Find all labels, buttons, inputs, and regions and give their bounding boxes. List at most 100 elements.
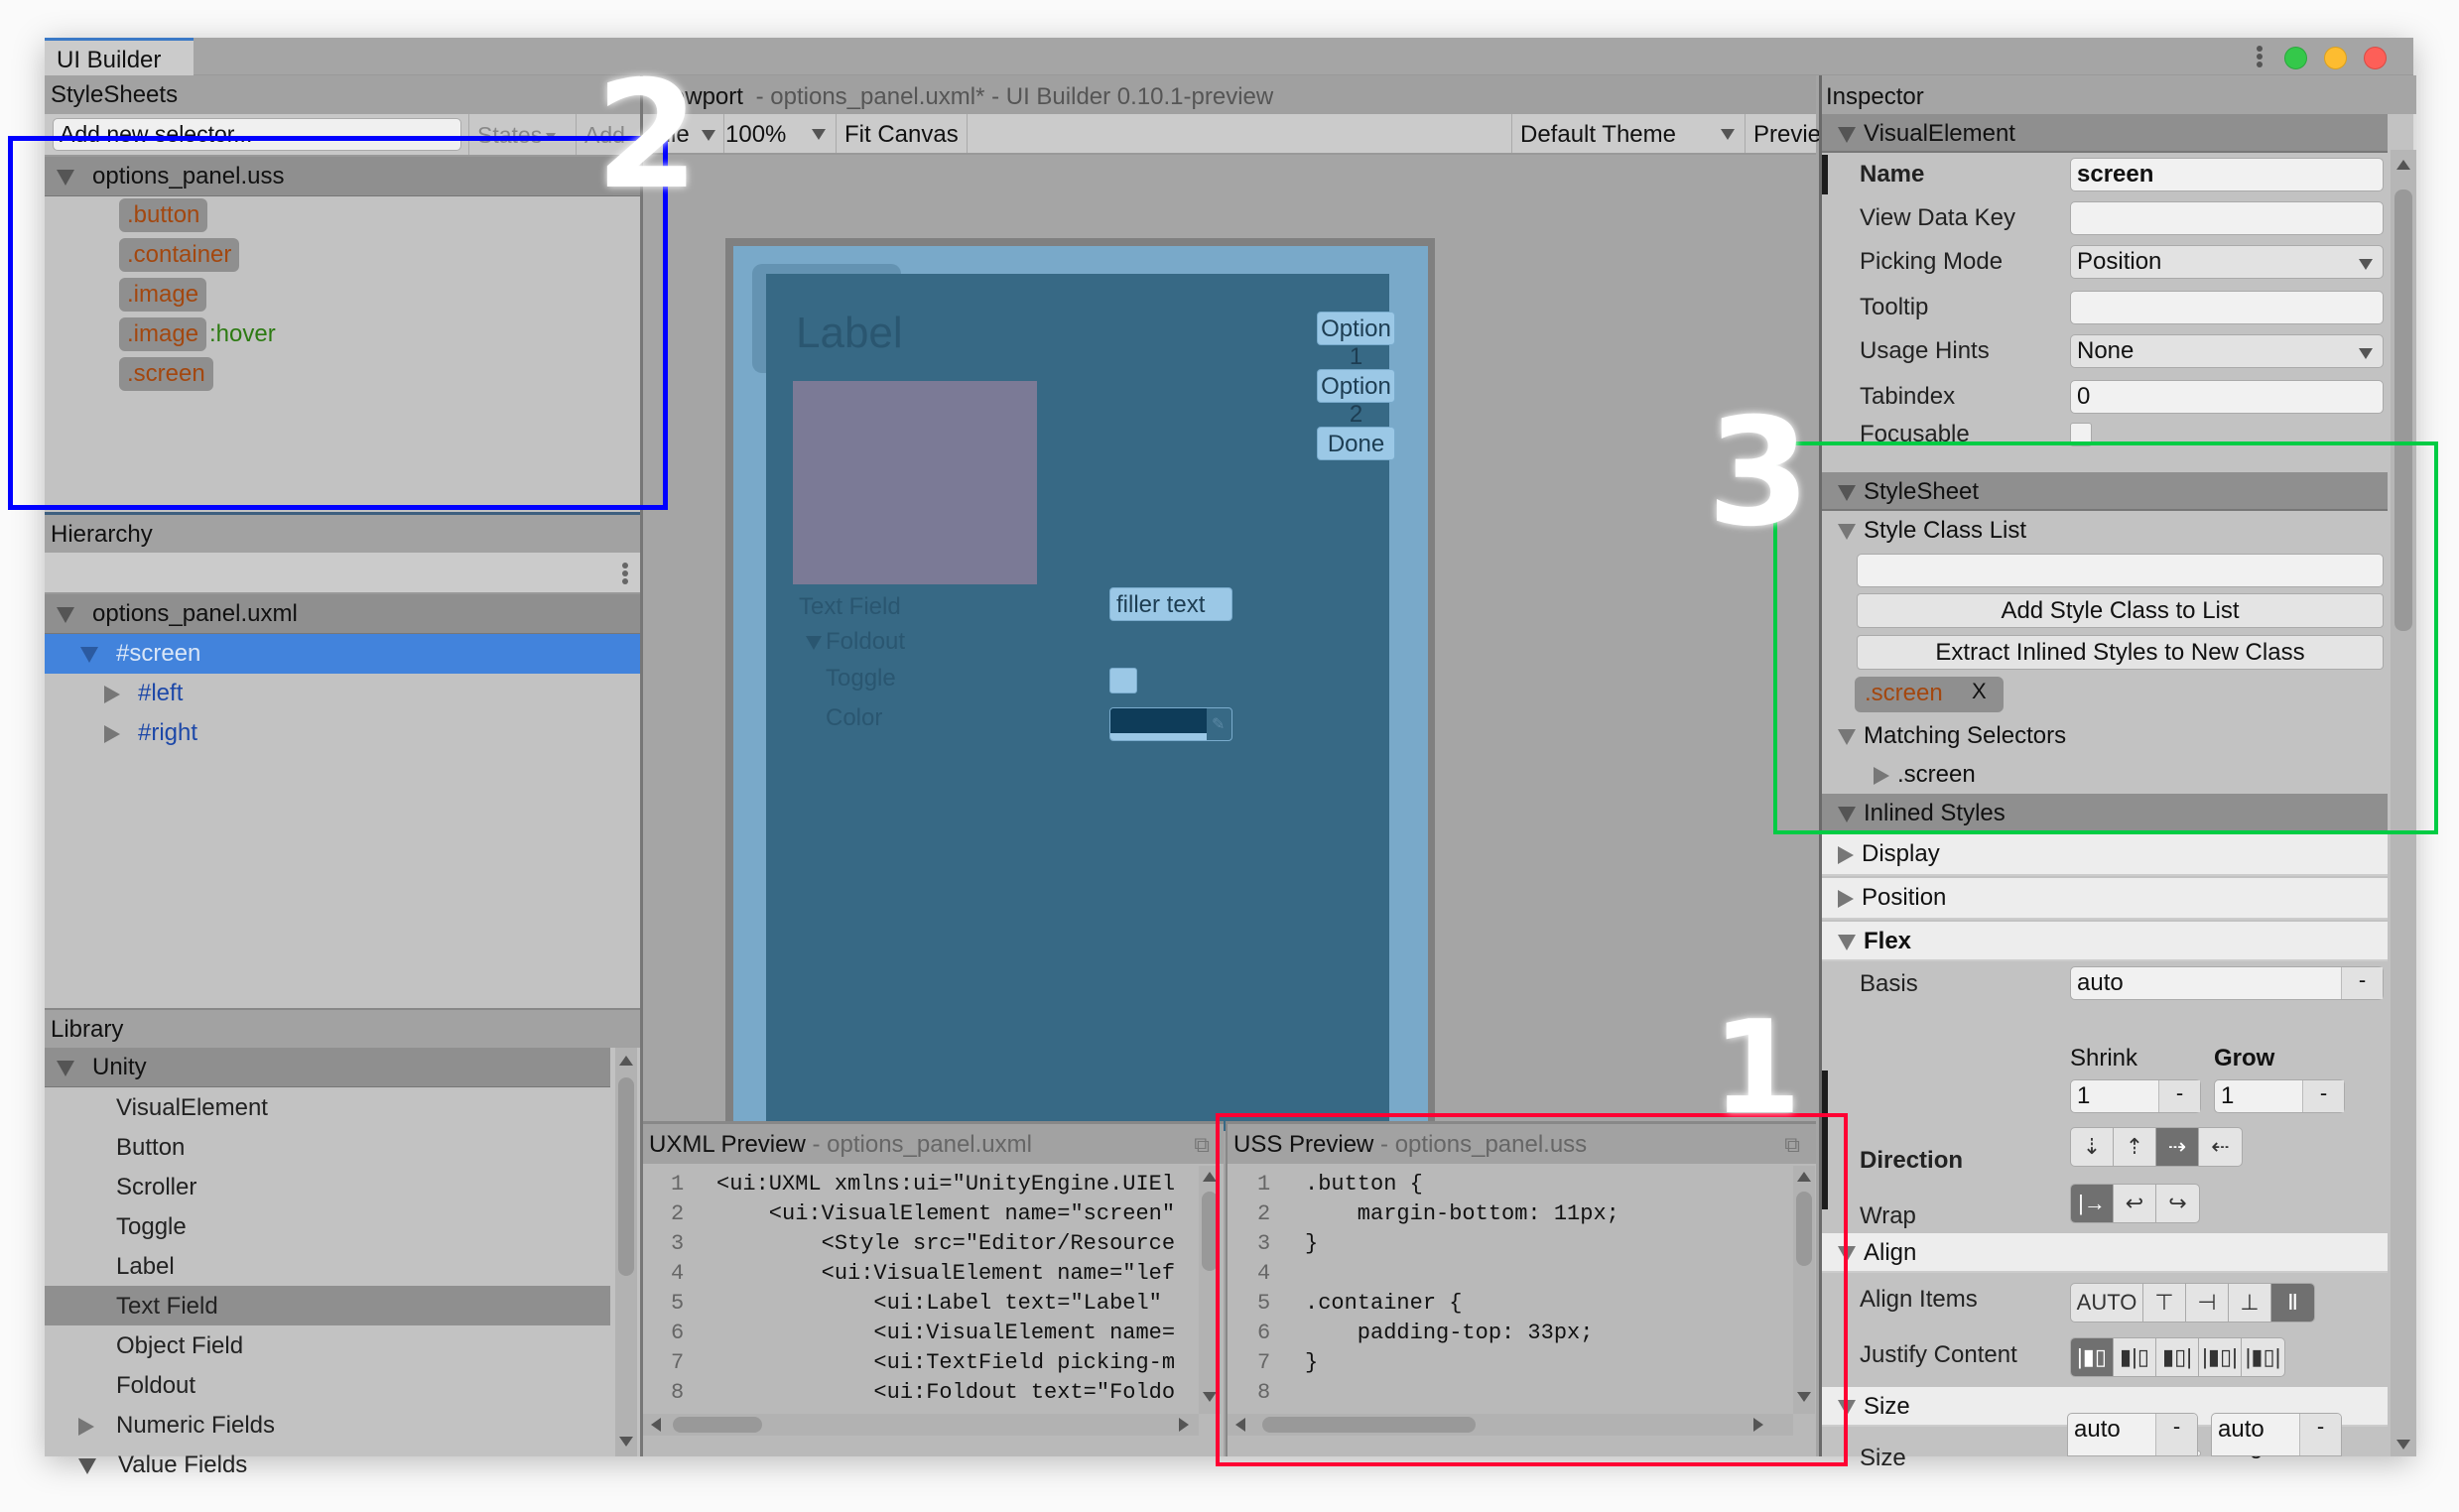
align-flex-end-icon[interactable]: ⊥ xyxy=(2229,1284,2271,1322)
wrap-wrap-icon[interactable]: ↩ xyxy=(2114,1185,2156,1222)
visual-element-section[interactable]: VisualElement xyxy=(1822,114,2388,153)
picking-mode-dropdown[interactable]: Position xyxy=(2070,245,2384,279)
shrink-unit-button[interactable]: - xyxy=(2158,1080,2200,1112)
tooltip-field[interactable] xyxy=(2070,291,2384,324)
annotation-box-3 xyxy=(1773,441,2438,834)
direction-row-reverse-icon[interactable]: ⇠ xyxy=(2199,1128,2242,1166)
justify-space-around-icon[interactable]: |▮▯| xyxy=(2242,1338,2284,1376)
scroll-thumb[interactable] xyxy=(673,1417,762,1433)
library-scrollbar[interactable] xyxy=(615,1048,637,1456)
canvas-text-field[interactable]: filler text xyxy=(1109,587,1232,621)
tabindex-field[interactable]: 0 xyxy=(2070,380,2384,414)
library-item[interactable]: Object Field xyxy=(45,1325,610,1365)
collapsed-triangle-icon xyxy=(78,1417,94,1436)
library-item[interactable]: VisualElement xyxy=(45,1087,610,1127)
align-foldout[interactable]: Align xyxy=(1822,1233,2388,1273)
library-subgroup-numeric[interactable]: Numeric Fields xyxy=(45,1405,610,1445)
code-line[interactable]: <ui:Foldout text="Foldo xyxy=(716,1380,1175,1405)
basis-field[interactable]: auto - xyxy=(2070,966,2384,1000)
canvas-color-field[interactable]: ✎ xyxy=(1109,707,1232,741)
collapsed-triangle-icon xyxy=(104,724,120,743)
code-line[interactable]: <ui:TextField picking-m xyxy=(716,1350,1175,1375)
uxml-hscrollbar[interactable] xyxy=(643,1414,1199,1436)
size-height-field[interactable]: auto - xyxy=(2211,1413,2342,1456)
minimize-button[interactable] xyxy=(2324,47,2347,69)
done-button[interactable]: Done xyxy=(1317,427,1395,460)
canvas-image[interactable] xyxy=(793,381,1037,584)
annotation-box-1 xyxy=(1216,1113,1848,1466)
code-line[interactable]: <ui:VisualElement name= xyxy=(716,1321,1175,1345)
code-line[interactable]: <Style src="Editor/Resource xyxy=(716,1231,1175,1256)
library-item[interactable]: Label xyxy=(45,1246,610,1286)
justify-space-between-icon[interactable]: |▮▯| xyxy=(2199,1338,2242,1376)
scroll-down-icon[interactable] xyxy=(619,1437,633,1447)
scroll-up-icon[interactable] xyxy=(619,1056,633,1066)
wrap-nowrap-icon[interactable]: |→ xyxy=(2071,1185,2114,1222)
align-auto-button[interactable]: AUTO xyxy=(2071,1284,2143,1322)
theme-label: Default Theme xyxy=(1520,121,1676,148)
grow-field[interactable]: 1- xyxy=(2214,1079,2345,1113)
scroll-thumb[interactable] xyxy=(618,1077,634,1276)
direction-row-icon[interactable]: ⇢ xyxy=(2156,1128,2199,1166)
more-menu-icon[interactable] xyxy=(2257,46,2265,67)
align-flex-start-icon[interactable]: ⊤ xyxy=(2143,1284,2186,1322)
screen-element[interactable]: Label Text Field filler text Foldout Tog… xyxy=(766,274,1395,1131)
library-item[interactable]: Toggle xyxy=(45,1206,610,1246)
code-line[interactable]: <ui:VisualElement name="lef xyxy=(716,1261,1175,1286)
library-subgroup-value[interactable]: Value Fields xyxy=(45,1445,610,1484)
maximize-button[interactable] xyxy=(2284,47,2307,69)
uxml-file-row[interactable]: options_panel.uxml xyxy=(45,594,640,634)
flex-foldout[interactable]: Flex xyxy=(1822,922,2388,961)
option-2-button[interactable]: Option 2 xyxy=(1317,369,1395,428)
scroll-down-icon[interactable] xyxy=(1203,1392,1217,1402)
scroll-up-icon[interactable] xyxy=(1203,1172,1217,1182)
option-1-button[interactable]: Option 1 xyxy=(1317,312,1395,370)
display-foldout[interactable]: Display xyxy=(1822,834,2388,876)
grow-unit-button[interactable]: - xyxy=(2302,1080,2344,1112)
scroll-down-icon[interactable] xyxy=(2396,1440,2410,1449)
eyedropper-icon[interactable]: ✎ xyxy=(1212,714,1226,734)
shrink-field[interactable]: 1- xyxy=(2070,1079,2201,1113)
theme-dropdown[interactable]: Default Theme xyxy=(1511,114,1746,153)
library-item-selected[interactable]: Text Field xyxy=(45,1286,610,1325)
justify-center-icon[interactable]: ▮|▯ xyxy=(2114,1338,2156,1376)
scroll-up-icon[interactable] xyxy=(2396,160,2410,170)
fit-canvas-button[interactable]: Fit Canvas xyxy=(837,114,968,153)
window-tab[interactable]: UI Builder xyxy=(45,38,194,75)
library-item[interactable]: Foldout xyxy=(45,1365,610,1405)
library-group-unity[interactable]: Unity xyxy=(45,1048,610,1087)
canvas-toggle-checkbox[interactable] xyxy=(1109,668,1137,693)
hierarchy-item-right[interactable]: #right xyxy=(45,713,640,753)
library-item[interactable]: Button xyxy=(45,1127,610,1167)
hierarchy-item-label: #screen xyxy=(116,640,201,667)
width-unit-button[interactable]: - xyxy=(2155,1414,2197,1455)
height-unit-button[interactable]: - xyxy=(2299,1414,2341,1455)
code-line[interactable]: <ui:Label text="Label" xyxy=(716,1291,1161,1316)
code-line[interactable]: <ui:VisualElement name="screen" xyxy=(716,1201,1175,1226)
zoom-dropdown[interactable]: 100% xyxy=(717,114,837,153)
position-foldout[interactable]: Position xyxy=(1822,878,2388,920)
hierarchy-item-left[interactable]: #left xyxy=(45,674,640,713)
hierarchy-item-screen[interactable]: #screen xyxy=(45,634,640,674)
align-center-icon[interactable]: ⊣ xyxy=(2186,1284,2229,1322)
justify-flex-end-icon[interactable]: ▮▯| xyxy=(2156,1338,2199,1376)
direction-column-reverse-icon[interactable]: ⇡ xyxy=(2114,1128,2156,1166)
usage-hints-dropdown[interactable]: None xyxy=(2070,334,2384,368)
direction-column-icon[interactable]: ⇣ xyxy=(2071,1128,2114,1166)
scroll-left-icon[interactable] xyxy=(651,1418,661,1432)
hierarchy-menu-icon[interactable] xyxy=(622,563,630,584)
size-width-field[interactable]: auto - xyxy=(2067,1413,2198,1456)
wrap-reverse-icon[interactable]: ↪ xyxy=(2156,1185,2199,1222)
code-line[interactable]: <ui:UXML xmlns:ui="UnityEngine.UIEl xyxy=(716,1172,1175,1197)
view-data-key-field[interactable] xyxy=(2070,201,2384,235)
library-item[interactable]: Scroller xyxy=(45,1167,610,1206)
name-field[interactable]: screen xyxy=(2070,158,2384,191)
justify-flex-start-icon[interactable]: |▮▯ xyxy=(2071,1338,2114,1376)
open-external-icon[interactable]: ⧉ xyxy=(1194,1132,1210,1158)
canvas-label[interactable]: Label xyxy=(796,309,903,358)
scroll-right-icon[interactable] xyxy=(1179,1418,1189,1432)
align-stretch-icon[interactable]: Ⅱ xyxy=(2271,1284,2314,1322)
canvas-foldout[interactable]: Foldout xyxy=(806,628,905,656)
close-button[interactable] xyxy=(2364,47,2387,69)
basis-unit-button[interactable]: - xyxy=(2341,967,2383,999)
